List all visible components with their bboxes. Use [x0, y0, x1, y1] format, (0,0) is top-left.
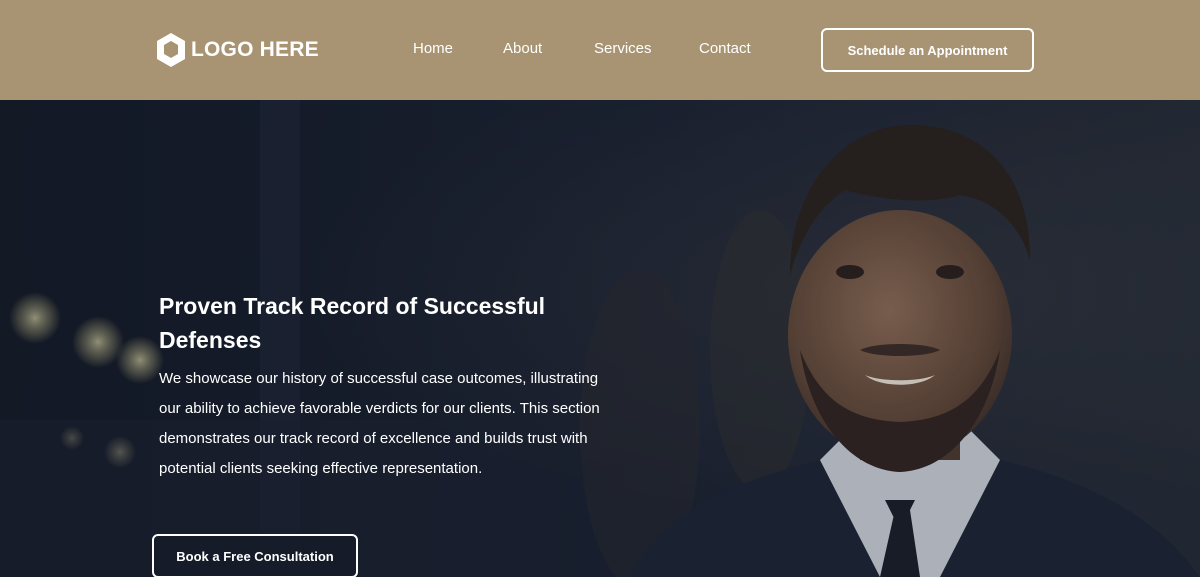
logo[interactable]: LOGO HERE — [154, 31, 319, 69]
logo-text: LOGO HERE — [191, 38, 319, 61]
hexagon-logo-icon — [157, 33, 185, 67]
nav-services-link[interactable]: Services — [594, 40, 652, 57]
book-consultation-button[interactable]: Book a Free Consultation — [152, 534, 358, 577]
hero-description: We showcase our history of successful ca… — [159, 370, 600, 477]
schedule-appointment-button[interactable]: Schedule an Appointment — [821, 28, 1034, 72]
hero-title: Proven Track Record of Successful Defens… — [159, 293, 546, 353]
site-header: LOGO HERE Home About Services Contact Sc… — [0, 0, 1200, 100]
nav-home-link[interactable]: Home — [413, 40, 453, 57]
nav-contact-link[interactable]: Contact — [699, 40, 751, 57]
nav-about-link[interactable]: About — [503, 40, 542, 57]
hero-section: Proven Track Record of Successful Defens… — [0, 100, 1200, 577]
